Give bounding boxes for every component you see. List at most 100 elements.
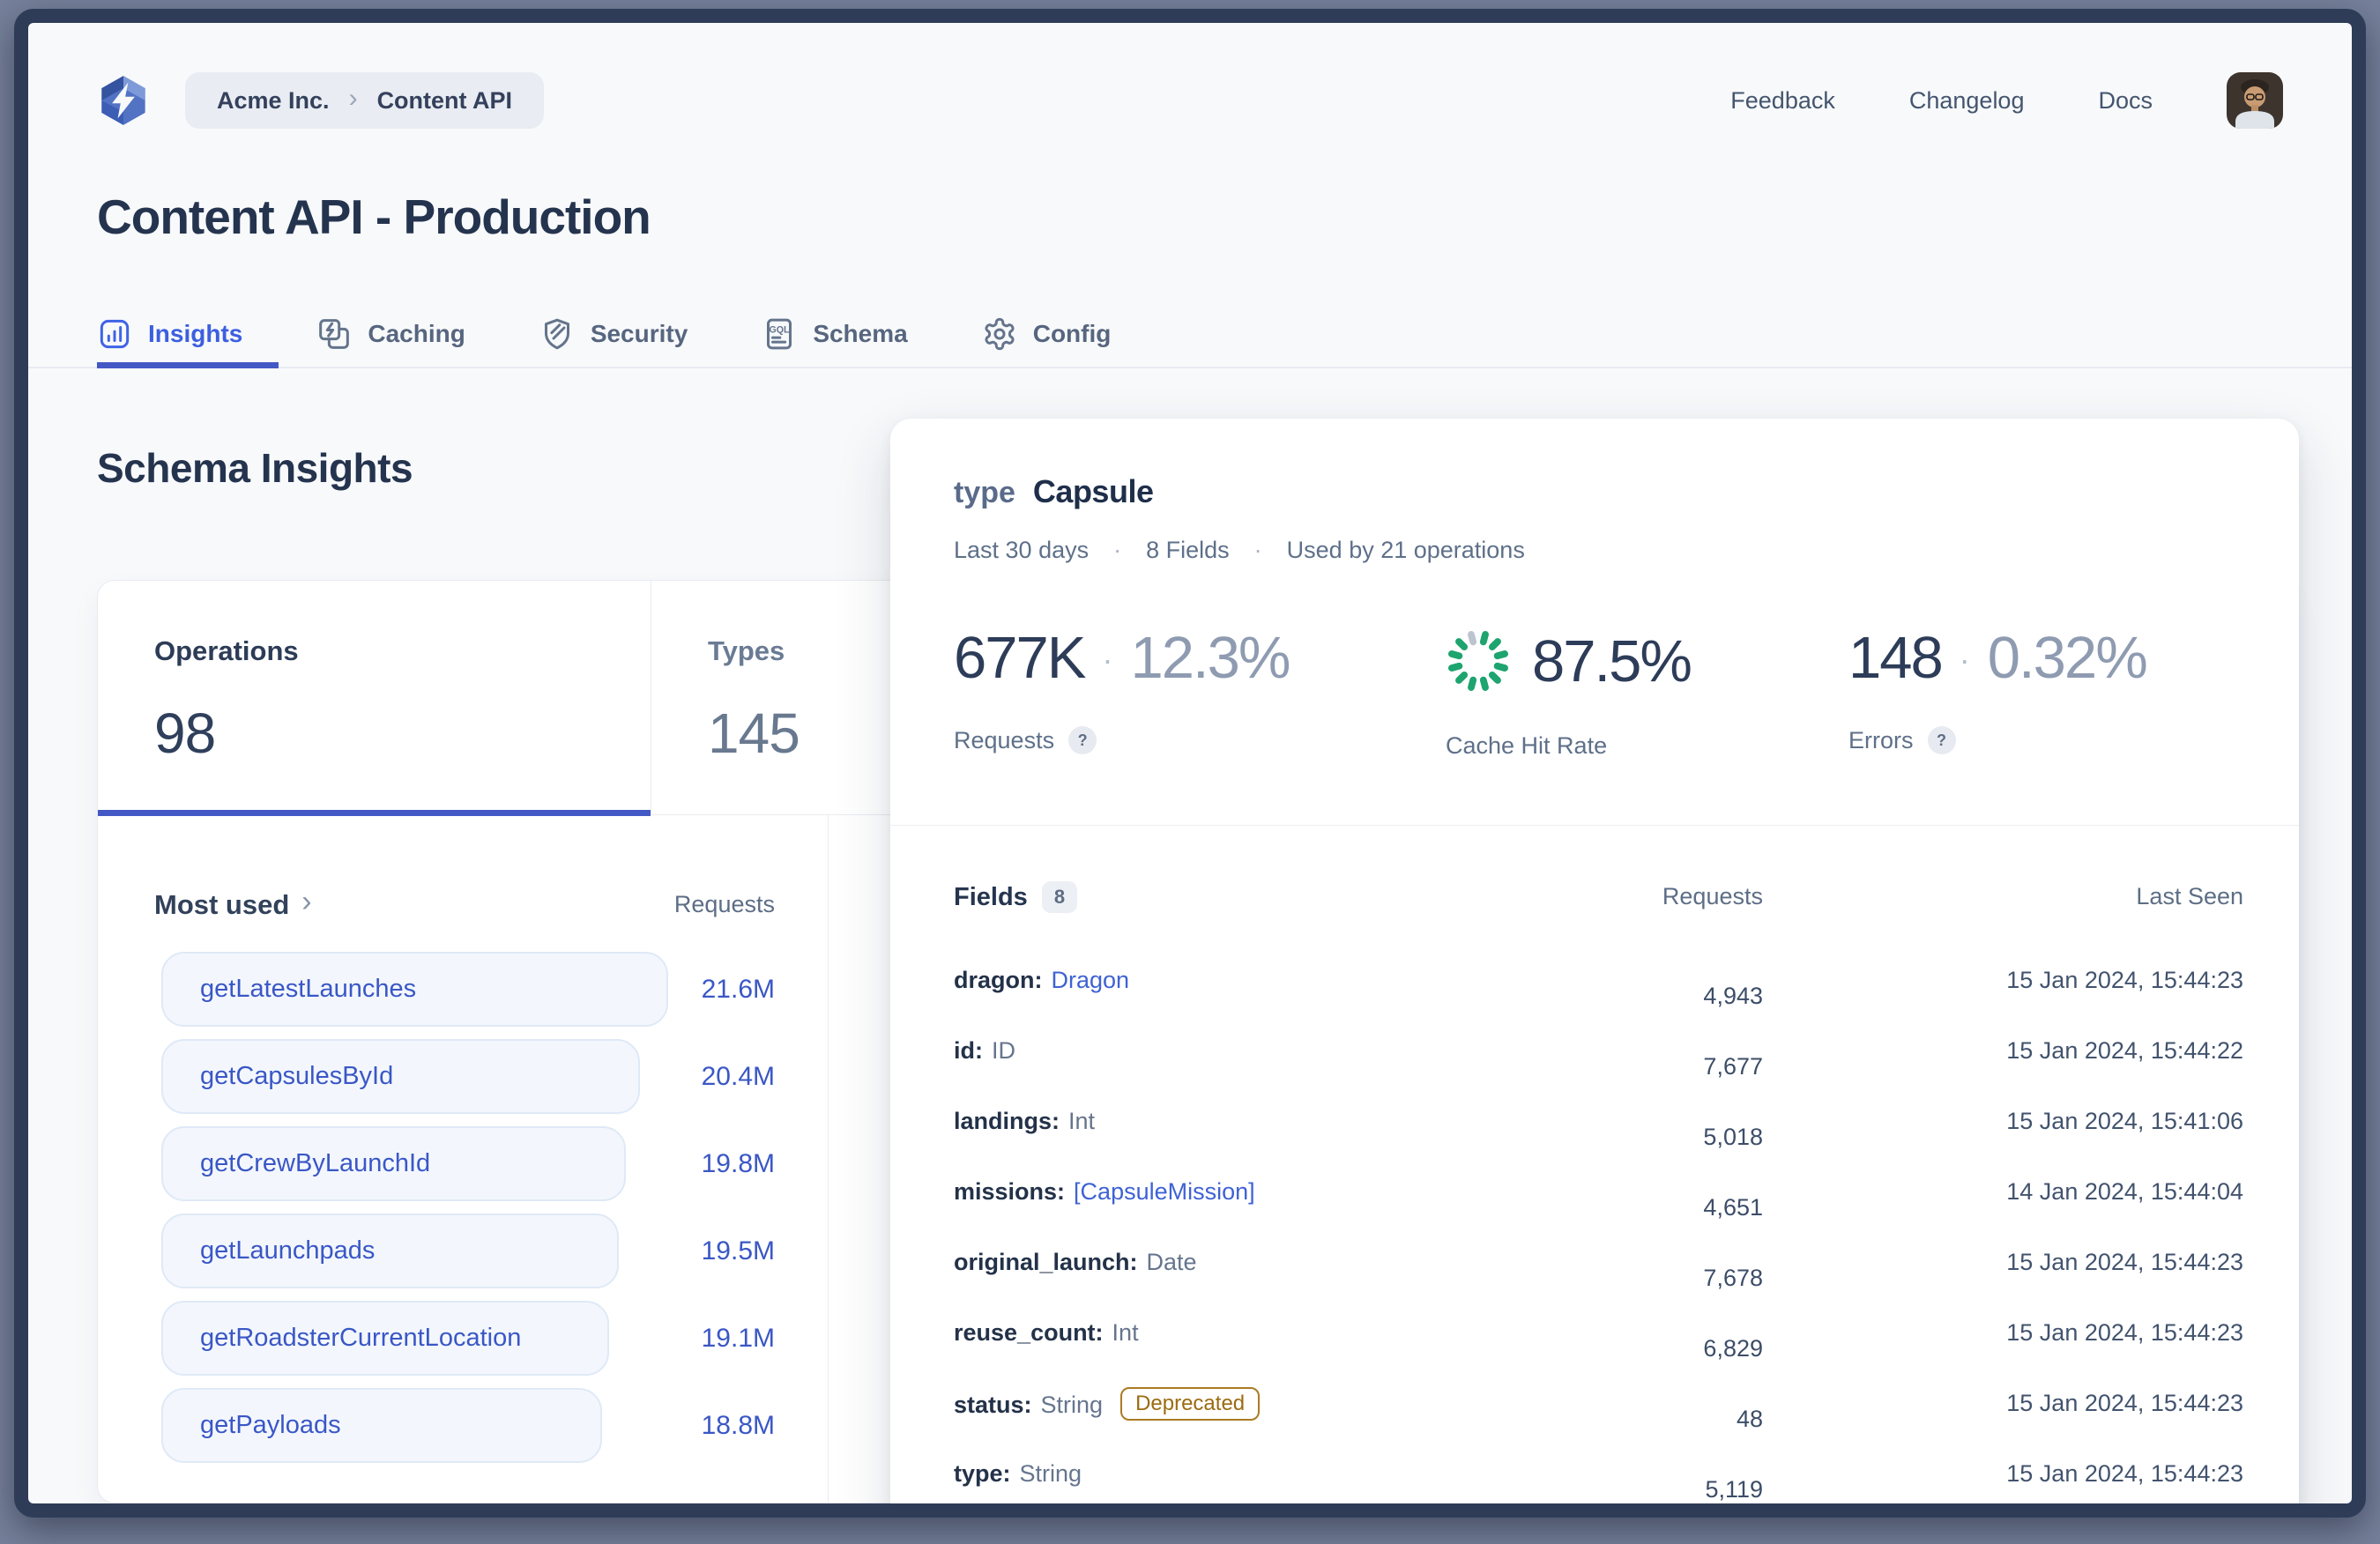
breadcrumb-chevron-icon: › bbox=[349, 84, 358, 114]
operation-requests: 19.8M bbox=[702, 1149, 775, 1179]
most-used-panel: Most used › Requests getLatestLaunches 2… bbox=[154, 887, 775, 1475]
field-requests: 7,678 bbox=[1703, 1265, 1763, 1292]
chevron-right-icon: › bbox=[301, 885, 311, 919]
operation-requests: 18.8M bbox=[702, 1411, 775, 1441]
requests-value: 677K bbox=[954, 628, 1084, 687]
field-last-seen: 15 Jan 2024, 15:44:23 bbox=[2006, 1390, 2243, 1417]
fields-title: Fields bbox=[954, 883, 1028, 912]
field-name: missions: bbox=[954, 1178, 1065, 1205]
tab-label: Caching bbox=[368, 320, 465, 348]
meta-fields: 8 Fields bbox=[1146, 537, 1230, 564]
field-name: dragon: bbox=[954, 967, 1043, 993]
most-used-list: getLatestLaunches 21.6M getCapsulesById … bbox=[154, 952, 775, 1475]
tab-insights[interactable]: Insights bbox=[97, 316, 242, 352]
cache-hit-value: 87.5% bbox=[1532, 632, 1691, 691]
field-requests: 48 bbox=[1737, 1406, 1763, 1433]
breadcrumb[interactable]: Acme Inc. › Content API bbox=[185, 72, 544, 129]
field-last-seen: 15 Jan 2024, 15:41:06 bbox=[2006, 1108, 2243, 1135]
field-type[interactable]: Int bbox=[1068, 1108, 1095, 1134]
field-type[interactable]: String bbox=[1041, 1392, 1104, 1418]
help-icon[interactable]: ? bbox=[1928, 726, 1956, 754]
field-type[interactable]: Dragon bbox=[1052, 967, 1130, 993]
most-used-requests-header: Requests bbox=[674, 891, 775, 918]
shield-icon bbox=[539, 316, 575, 352]
operation-requests: 19.1M bbox=[702, 1324, 775, 1354]
field-type[interactable]: [CapsuleMission] bbox=[1074, 1178, 1255, 1205]
summary-tab-operations[interactable]: Operations 98 bbox=[98, 581, 651, 814]
dot-separator: · bbox=[1102, 644, 1112, 676]
type-kind: type bbox=[954, 476, 1015, 509]
operation-pill[interactable]: getLatestLaunches bbox=[161, 952, 668, 1027]
field-requests: 4,943 bbox=[1703, 983, 1763, 1010]
field-requests: 5,119 bbox=[1705, 1476, 1763, 1503]
help-icon[interactable]: ? bbox=[1068, 726, 1097, 754]
errors-rate: 0.32% bbox=[1988, 628, 2146, 687]
operation-pill[interactable]: getCapsulesById bbox=[161, 1039, 640, 1114]
cache-hit-label: Cache Hit Rate bbox=[1446, 732, 1607, 760]
field-last-seen: 14 Jan 2024, 15:44:04 bbox=[2006, 1178, 2243, 1206]
tab-label: Schema bbox=[813, 320, 907, 348]
field-name: status: bbox=[954, 1392, 1032, 1418]
section-title: Schema Insights bbox=[97, 444, 413, 492]
field-type[interactable]: String bbox=[1020, 1460, 1082, 1487]
field-row: type: String 5,119 15 Jan 2024, 15:44:23 bbox=[954, 1448, 2243, 1518]
user-avatar[interactable] bbox=[2227, 72, 2283, 129]
fields-last-seen-header: Last Seen bbox=[2136, 883, 2243, 910]
operation-pill[interactable]: getRoadsterCurrentLocation bbox=[161, 1301, 609, 1376]
operation-pill[interactable]: getPayloads bbox=[161, 1388, 602, 1463]
requests-change: 12.3% bbox=[1130, 628, 1289, 687]
nav-docs-link[interactable]: Docs bbox=[2098, 87, 2153, 115]
list-item: getCrewByLaunchId 19.8M bbox=[154, 1126, 775, 1214]
field-row: dragon: Dragon 4,943 15 Jan 2024, 15:44:2… bbox=[954, 954, 2243, 1025]
cache-bolt-icon bbox=[316, 316, 352, 352]
field-row: missions:[CapsuleMission] 4,651 14 Jan 2… bbox=[954, 1166, 2243, 1236]
field-name: type: bbox=[954, 1460, 1011, 1487]
field-type[interactable]: Date bbox=[1147, 1249, 1197, 1275]
top-bar-left: Acme Inc. › Content API bbox=[97, 72, 544, 129]
bar-chart-icon bbox=[97, 316, 132, 352]
operation-pill[interactable]: getLaunchpads bbox=[161, 1214, 619, 1288]
fields-requests-header: Requests bbox=[1662, 883, 1763, 910]
field-type[interactable]: ID bbox=[992, 1037, 1015, 1064]
dot-separator: · bbox=[1254, 537, 1262, 564]
field-last-seen: 15 Jan 2024, 15:44:23 bbox=[2006, 1460, 2243, 1488]
tab-caching[interactable]: Caching bbox=[316, 316, 465, 352]
deprecated-badge: Deprecated bbox=[1120, 1387, 1260, 1421]
top-bar: Acme Inc. › Content API Feedback Changel… bbox=[97, 71, 2283, 130]
tab-config[interactable]: Config bbox=[982, 316, 1112, 352]
list-item: getCapsulesById 20.4M bbox=[154, 1039, 775, 1126]
tab-bar: Insights Caching Security bbox=[97, 308, 1111, 360]
field-requests: 6,829 bbox=[1703, 1335, 1763, 1362]
breadcrumb-org[interactable]: Acme Inc. bbox=[217, 87, 330, 115]
field-type[interactable]: Int bbox=[1112, 1319, 1139, 1346]
product-logo-icon[interactable] bbox=[97, 74, 150, 127]
list-item: getLatestLaunches 21.6M bbox=[154, 952, 775, 1039]
type-detail-panel: typeCapsule Last 30 days · 8 Fields · Us… bbox=[890, 419, 2299, 1518]
field-last-seen: 15 Jan 2024, 15:44:23 bbox=[2006, 967, 2243, 994]
fields-count-badge: 8 bbox=[1042, 881, 1077, 913]
list-item: getPayloads 18.8M bbox=[154, 1388, 775, 1475]
summary-tab-types[interactable]: Types 145 bbox=[651, 581, 892, 814]
field-name: landings: bbox=[954, 1108, 1060, 1134]
top-bar-nav: Feedback Changelog Docs bbox=[1730, 72, 2283, 129]
meta-period: Last 30 days bbox=[954, 537, 1089, 564]
gql-document-icon: GQL bbox=[762, 316, 797, 352]
most-used-title-link[interactable]: Most used › bbox=[154, 887, 312, 922]
tab-label: Config bbox=[1033, 320, 1112, 348]
tab-security[interactable]: Security bbox=[539, 316, 688, 352]
tab-label: Security bbox=[591, 320, 688, 348]
field-row: original_launch:Date 7,678 15 Jan 2024, … bbox=[954, 1236, 2243, 1307]
breadcrumb-project[interactable]: Content API bbox=[377, 87, 512, 115]
nav-feedback-link[interactable]: Feedback bbox=[1730, 87, 1835, 115]
field-row: reuse_count:Int 6,829 15 Jan 2024, 15:44… bbox=[954, 1307, 2243, 1377]
operation-pill[interactable]: getCrewByLaunchId bbox=[161, 1126, 626, 1201]
nav-changelog-link[interactable]: Changelog bbox=[1909, 87, 2025, 115]
tab-label: Insights bbox=[148, 320, 242, 348]
operation-requests: 21.6M bbox=[702, 975, 775, 1005]
stat-errors: 148 · 0.32% Errors ? bbox=[1848, 628, 2146, 754]
list-item: getLaunchpads 19.5M bbox=[154, 1214, 775, 1301]
tab-schema[interactable]: GQL Schema bbox=[762, 316, 907, 352]
field-name: id: bbox=[954, 1037, 983, 1064]
operations-label: Operations bbox=[154, 635, 299, 667]
meta-usage: Used by 21 operations bbox=[1287, 537, 1525, 564]
